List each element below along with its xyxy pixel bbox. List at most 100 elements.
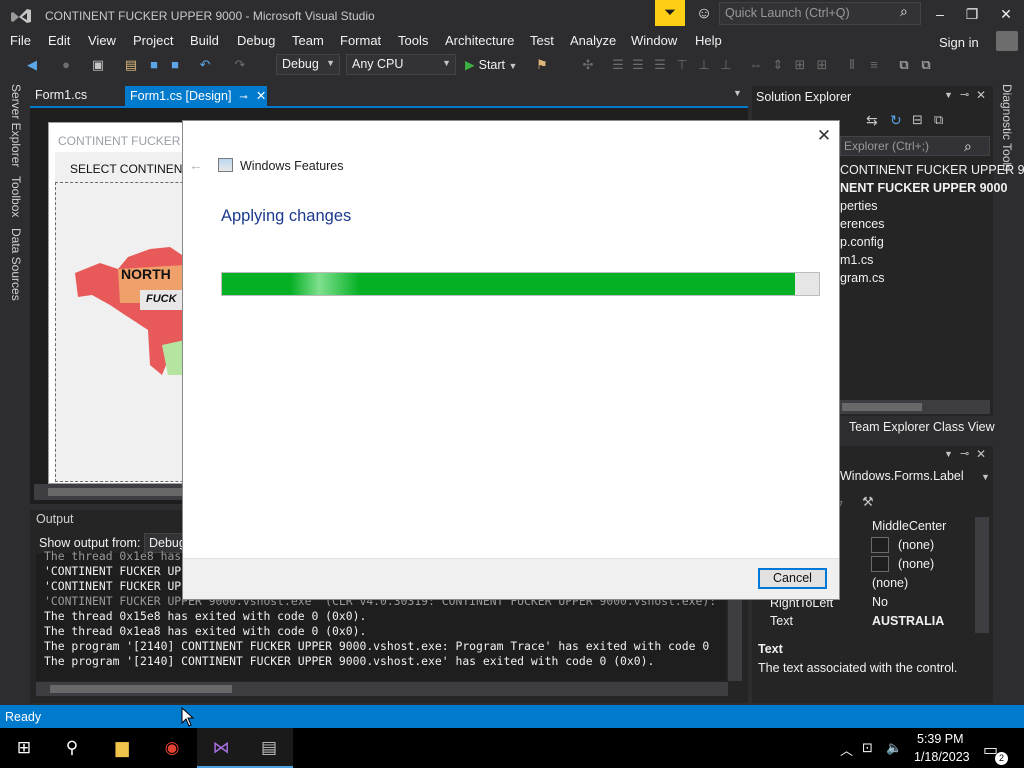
tab-form1-design[interactable]: Form1.cs [Design] ⊸ ✕ bbox=[125, 86, 267, 106]
menu-edit[interactable]: Edit bbox=[48, 33, 70, 48]
property-value[interactable]: (none) bbox=[898, 557, 934, 571]
send-to-back-icon[interactable]: ⧉ bbox=[918, 57, 934, 73]
property-value[interactable]: (none) bbox=[898, 538, 934, 552]
search-icon[interactable]: ⌕ bbox=[964, 138, 972, 155]
search-icon[interactable]: ⌕ bbox=[900, 3, 918, 21]
chrome-icon[interactable]: ◉ bbox=[148, 728, 196, 768]
solution-node[interactable]: CONTINENT FUCKER UPPER 9 bbox=[840, 163, 1024, 177]
navigate-forward-icon[interactable]: ● bbox=[58, 57, 74, 73]
menu-file[interactable]: File bbox=[10, 33, 31, 48]
menu-format[interactable]: Format bbox=[340, 33, 381, 48]
diagnostic-tools-tab[interactable]: Diagnostic Tools bbox=[1000, 84, 1014, 171]
property-value[interactable]: MiddleCenter bbox=[872, 519, 946, 533]
close-icon[interactable]: ✕ bbox=[256, 89, 266, 103]
tab-team-explorer[interactable]: Team Explorer bbox=[849, 420, 930, 434]
menu-test[interactable]: Test bbox=[530, 33, 554, 48]
property-value[interactable]: AUSTRALIA bbox=[872, 614, 944, 628]
vertical-spacing-icon[interactable]: ≡ bbox=[866, 57, 882, 73]
make-same-height-icon[interactable]: ⇕ bbox=[770, 57, 786, 73]
pin-icon[interactable]: ⊸ bbox=[239, 92, 247, 103]
menu-architecture[interactable]: Architecture bbox=[445, 33, 514, 48]
chevron-down-icon[interactable]: ▼ bbox=[981, 472, 990, 482]
app-config-node[interactable]: p.config bbox=[840, 235, 884, 249]
align-center-icon[interactable]: ☰ bbox=[630, 57, 646, 73]
menu-analyze[interactable]: Analyze bbox=[570, 33, 616, 48]
properties-object-selector[interactable]: Windows.Forms.Label bbox=[840, 469, 990, 489]
program-cs-node[interactable]: gram.cs bbox=[840, 271, 884, 285]
windows-start-icon[interactable]: ⊞ bbox=[0, 728, 48, 768]
solution-explorer-scrollbar[interactable] bbox=[840, 400, 990, 414]
solution-configuration-dropdown[interactable]: Debug ▼ bbox=[276, 54, 340, 75]
volume-icon[interactable]: 🔈 bbox=[886, 740, 902, 756]
align-middle-icon[interactable]: ⊥ bbox=[696, 57, 712, 73]
search-icon[interactable]: ⚲ bbox=[48, 728, 96, 768]
solution-platform-dropdown[interactable]: Any CPU ▼ bbox=[346, 54, 456, 75]
wrench-icon[interactable]: ⚒ bbox=[862, 494, 874, 510]
minimize-button[interactable]: – bbox=[925, 2, 955, 26]
align-left-icon[interactable]: ☰ bbox=[610, 57, 626, 73]
dialog-close-button[interactable]: ✕ bbox=[814, 126, 834, 146]
cancel-button[interactable]: Cancel bbox=[758, 568, 827, 589]
collapse-all-icon[interactable]: ⊟ bbox=[912, 112, 923, 128]
redo-icon[interactable]: ↷ bbox=[232, 57, 248, 73]
size-to-grid-icon[interactable]: ⊞ bbox=[814, 57, 830, 73]
pin-icon[interactable]: ⊸ bbox=[960, 88, 969, 101]
save-icon[interactable]: ■ bbox=[146, 57, 162, 73]
quick-launch-input[interactable]: Quick Launch (Ctrl+Q) bbox=[719, 2, 921, 25]
form1-node[interactable]: m1.cs bbox=[840, 253, 873, 267]
align-right-icon[interactable]: ☰ bbox=[652, 57, 668, 73]
properties-node[interactable]: perties bbox=[840, 199, 878, 213]
network-icon[interactable]: ⊡ bbox=[862, 740, 873, 756]
menu-help[interactable]: Help bbox=[695, 33, 722, 48]
clock-date[interactable]: 1/18/2023 bbox=[914, 750, 970, 764]
clock-time[interactable]: 5:39 PM bbox=[917, 732, 964, 746]
horizontal-spacing-icon[interactable]: ⫴ bbox=[844, 57, 860, 73]
property-value[interactable]: No bbox=[872, 595, 888, 609]
menu-project[interactable]: Project bbox=[133, 33, 173, 48]
new-project-icon[interactable]: ▣ bbox=[90, 57, 106, 73]
references-node[interactable]: erences bbox=[840, 217, 884, 231]
project-node[interactable]: NENT FUCKER UPPER 9000 bbox=[840, 181, 1007, 195]
sync-icon[interactable]: ⇆ bbox=[866, 112, 878, 129]
align-icon[interactable]: ✣ bbox=[580, 57, 596, 73]
file-explorer-icon[interactable]: ▆ bbox=[98, 728, 146, 768]
form-menu-strip-label[interactable]: SELECT CONTINENT bbox=[70, 162, 190, 176]
align-bottom-icon[interactable]: ⊥ bbox=[718, 57, 734, 73]
property-value[interactable]: (none) bbox=[872, 576, 908, 590]
feedback-smiley-icon[interactable]: ☺ bbox=[694, 4, 714, 24]
sign-in-link[interactable]: Sign in bbox=[939, 35, 979, 50]
align-top-icon[interactable]: ⊤ bbox=[674, 57, 690, 73]
data-sources-tab[interactable]: Data Sources bbox=[9, 228, 23, 301]
menu-view[interactable]: View bbox=[88, 33, 116, 48]
toolbox-tab[interactable]: Toolbox bbox=[9, 176, 23, 217]
windows-features-taskbar-icon[interactable]: ▤ bbox=[245, 728, 293, 768]
menu-build[interactable]: Build bbox=[190, 33, 219, 48]
save-all-icon[interactable]: ■ bbox=[167, 57, 183, 73]
close-icon[interactable]: ✕ bbox=[976, 88, 986, 102]
menu-window[interactable]: Window bbox=[631, 33, 677, 48]
browser-link-icon[interactable]: ⚑ bbox=[534, 57, 550, 73]
user-account-icon[interactable] bbox=[996, 31, 1018, 51]
show-all-files-icon[interactable]: ⧉ bbox=[934, 112, 943, 128]
start-debugging-button[interactable]: ▶ Start ▼ bbox=[465, 57, 517, 72]
menu-debug[interactable]: Debug bbox=[237, 33, 275, 48]
form-action-button[interactable]: FUCK bbox=[140, 290, 185, 310]
color-swatch[interactable] bbox=[871, 556, 889, 572]
output-horizontal-scrollbar[interactable] bbox=[36, 682, 728, 696]
make-same-width-icon[interactable]: ⇔ bbox=[748, 57, 764, 73]
close-window-button[interactable]: ✕ bbox=[991, 2, 1021, 26]
bring-to-front-icon[interactable]: ⧉ bbox=[896, 57, 912, 73]
refresh-icon[interactable]: ↻ bbox=[890, 112, 902, 129]
close-icon[interactable]: ✕ bbox=[976, 447, 986, 461]
pin-icon[interactable]: ⊸ bbox=[960, 447, 969, 460]
chevron-up-icon[interactable]: ︿ bbox=[840, 740, 853, 759]
navigate-back-icon[interactable]: ◀ bbox=[24, 57, 40, 73]
feedback-filter-icon[interactable]: ⏷ bbox=[655, 0, 685, 26]
tab-form1-cs[interactable]: Form1.cs bbox=[30, 86, 125, 106]
tab-class-view[interactable]: Class View bbox=[933, 420, 995, 434]
open-file-icon[interactable]: ▤ bbox=[123, 57, 139, 73]
menu-team[interactable]: Team bbox=[292, 33, 324, 48]
panel-menu-chevron-down-icon[interactable]: ▼ bbox=[944, 90, 953, 100]
panel-menu-chevron-down-icon[interactable]: ▼ bbox=[944, 449, 953, 459]
menu-tools[interactable]: Tools bbox=[398, 33, 428, 48]
